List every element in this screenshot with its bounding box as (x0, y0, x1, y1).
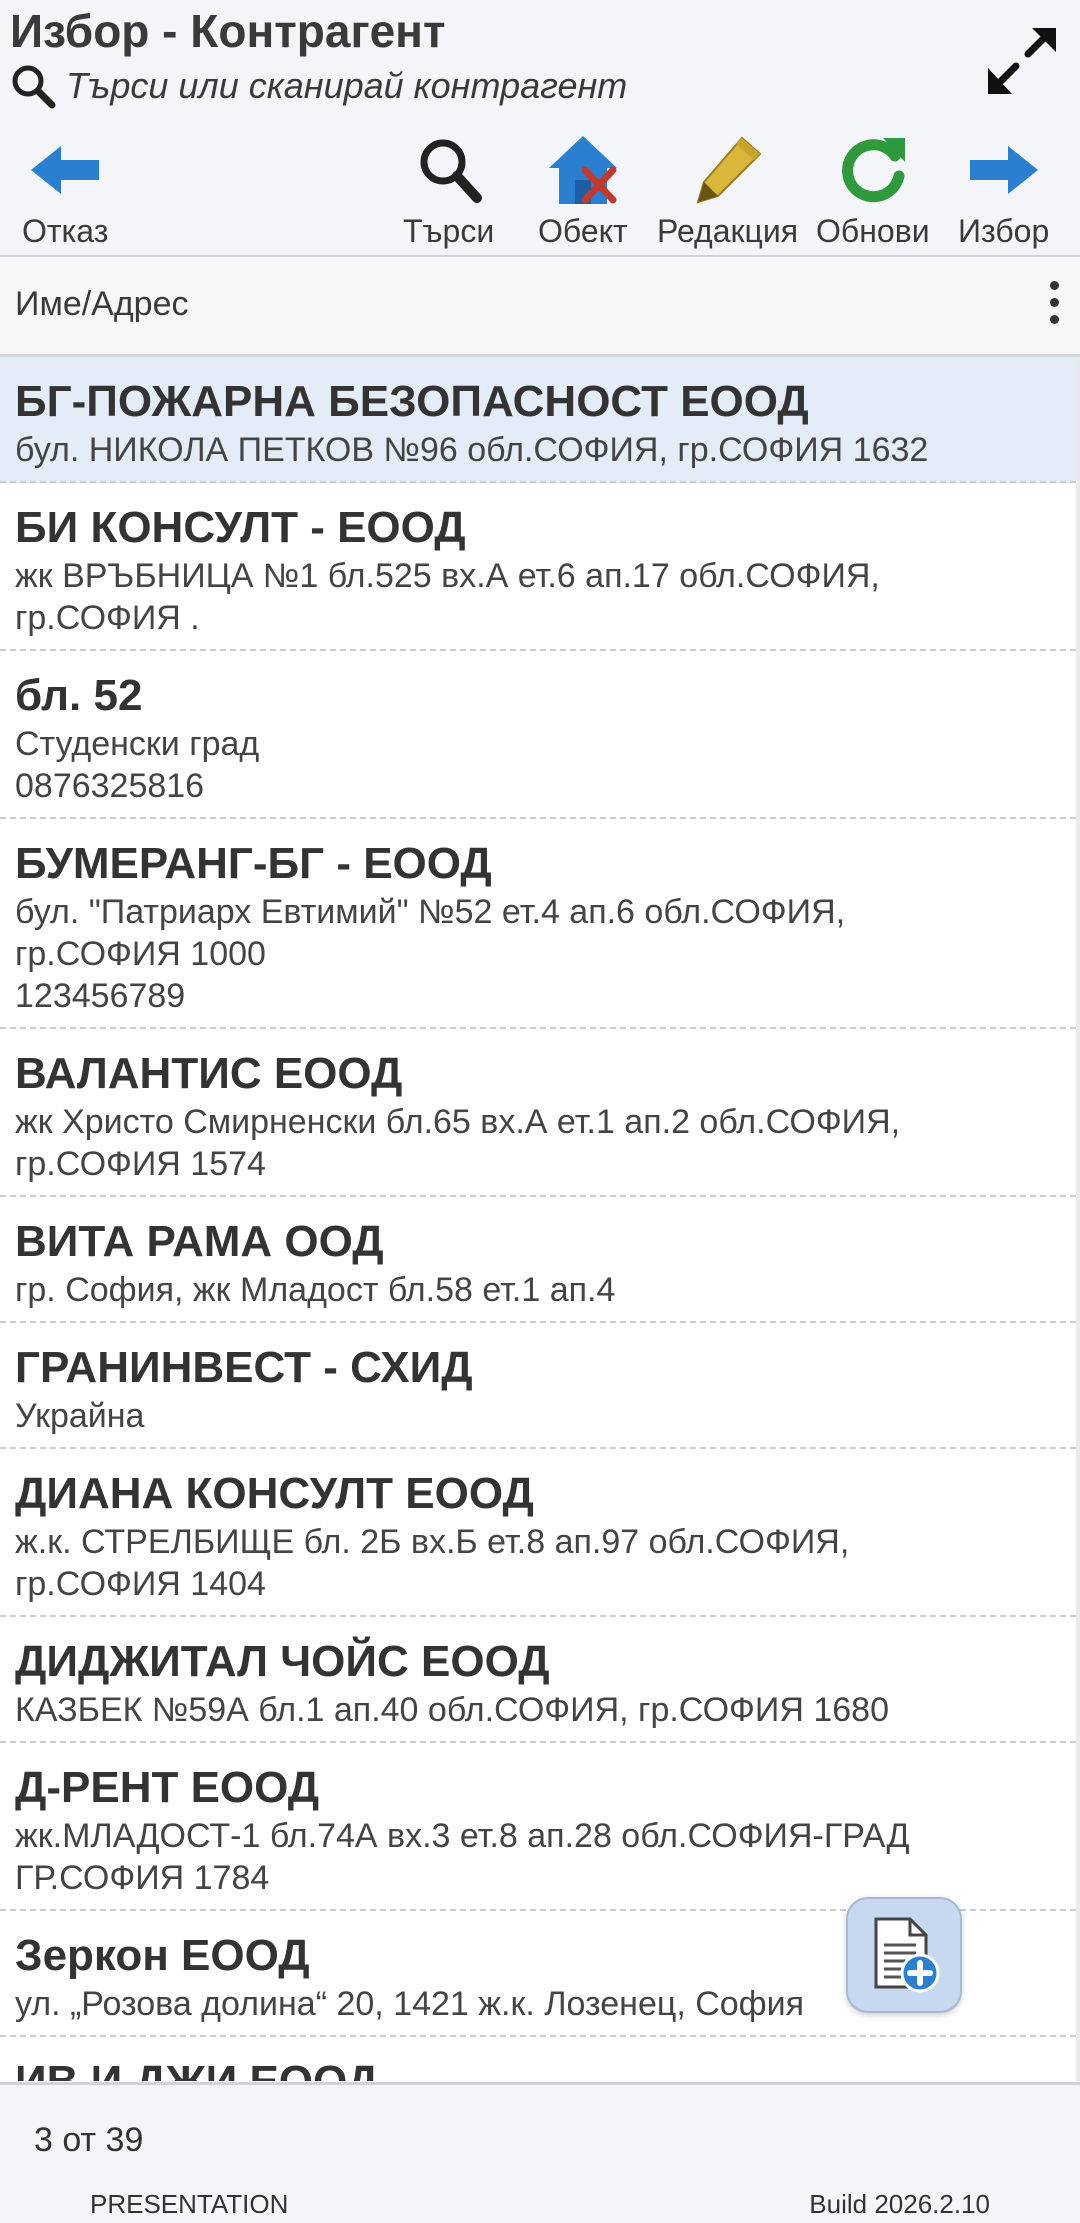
contractor-address-line: гр.СОФИЯ 1574 (15, 1145, 266, 1183)
contractor-name: ИВ И ДЖИ ЕООД (15, 2037, 1061, 2081)
contractor-name: ГРАНИНВЕСТ - СХИД (15, 1343, 473, 1392)
list-item[interactable]: ДИДЖИТАЛ ЧОЙС ЕООД КАЗБЕК №59А бл.1 ап.40… (0, 1617, 1076, 1743)
arrow-left-icon (31, 145, 100, 194)
search-icon (12, 65, 56, 109)
select-button[interactable]: Избор (958, 130, 1049, 250)
select-label: Избор (958, 213, 1050, 249)
contractor-address-line: гр. София, жк Младост бл.58 ет.1 ап.4 (15, 1271, 616, 1309)
contractor-name: БИ КОНСУЛТ - ЕООД (15, 503, 466, 552)
contractor-address-line: Студенски град (15, 725, 260, 763)
document-add-icon (874, 1917, 940, 1993)
contractor-address-line: бул. НИКОЛА ПЕТКОВ №96 обл.СОФИЯ, гр.СОФ… (15, 431, 929, 469)
contractor-address-line: Украйна (15, 1397, 145, 1435)
refresh-button[interactable]: Обнови (816, 130, 930, 250)
build-label: Build 2026.2.10 (809, 2189, 990, 2219)
contractor-name: БУМЕРАНГ-БГ - ЕООД (15, 839, 492, 888)
contractor-address-line: 0876325816 (15, 767, 205, 805)
contractor-address-line: бул. "Патриарх Евтимий" №52 ет.4 ап.6 об… (15, 893, 846, 931)
more-options-icon[interactable] (1044, 281, 1064, 335)
cancel-label: Отказ (22, 213, 109, 249)
contractor-name: ВАЛАНТИС ЕООД (15, 1049, 403, 1098)
list-item[interactable]: ВИТА РАМА ООД гр. София, жк Младост бл.58… (0, 1197, 1076, 1323)
record-counter: 3 от 39 (34, 2121, 144, 2159)
edit-label: Редакция (657, 213, 799, 249)
list-item[interactable]: БГ-ПОЖАРНА БЕЗОПАСНОСТ ЕООД бул. НИКОЛА П… (0, 357, 1076, 483)
search-icon (420, 139, 482, 203)
page-title: Избор - Контрагент (10, 5, 446, 57)
mode-label: PRESENTATION (90, 2189, 289, 2219)
add-contractor-button[interactable] (846, 1897, 962, 2013)
list-item[interactable]: БУМЕРАНГ-БГ - ЕООД бул. "Патриарх Евтимий… (0, 819, 1076, 1029)
list-item[interactable]: Д-РЕНТ ЕООД жк.МЛАДОСТ-1 бл.74А вх.3 ет.8… (0, 1743, 1076, 1911)
search-input[interactable]: Търси или сканирай контрагент (66, 65, 627, 107)
app-footer: 3 от 39 PRESENTATION Build 2026.2.10 (0, 2082, 1080, 2223)
list-item[interactable]: ДИАНА КОНСУЛТ ЕООД ж.к. СТРЕЛБИЩЕ бл. 2Б … (0, 1449, 1076, 1617)
edit-button[interactable]: Редакция (657, 130, 798, 250)
contractor-list[interactable]: БГ-ПОЖАРНА БЕЗОПАСНОСТ ЕООД бул. НИКОЛА П… (0, 357, 1080, 2081)
contractor-address-line: КАЗБЕК №59А бл.1 ап.40 обл.СОФИЯ, гр.СОФ… (15, 1691, 889, 1729)
list-item[interactable]: БИ КОНСУЛТ - ЕООД жк ВРЪБНИЦА №1 бл.525 в… (0, 483, 1076, 651)
contractor-address-line: жк Христо Смирненски бл.65 вх.А ет.1 ап.… (15, 1103, 901, 1141)
contractor-address-line: жк ВРЪБНИЦА №1 бл.525 вх.А ет.6 ап.17 об… (15, 557, 880, 595)
contractor-name: БГ-ПОЖАРНА БЕЗОПАСНОСТ ЕООД (15, 377, 809, 426)
expand-icon[interactable] (984, 22, 1060, 98)
arrow-right-icon (969, 145, 1038, 194)
contractor-address-line: гр.СОФИЯ . (15, 599, 200, 637)
refresh-label: Обнови (816, 213, 930, 249)
list-column-header: Име/Адрес (0, 257, 1080, 357)
contractor-name: Д-РЕНТ ЕООД (15, 1763, 320, 1812)
contractor-name: ВИТА РАМА ООД (15, 1217, 384, 1266)
home-remove-icon (548, 135, 617, 204)
contractor-address-line: 123456789 (15, 977, 186, 1015)
search-label: Търси (403, 213, 495, 249)
contractor-address-line: гр.СОФИЯ 1404 (15, 1565, 266, 1603)
list-item[interactable]: ВАЛАНТИС ЕООД жк Христо Смирненски бл.65 … (0, 1029, 1076, 1197)
list-item[interactable]: ИВ И ДЖИ ЕООД (0, 2037, 1076, 2081)
list-item[interactable]: ГРАНИНВЕСТ - СХИД Украйна (0, 1323, 1076, 1449)
contractor-address-line: гр.СОФИЯ 1000 (15, 935, 266, 973)
column-name-address[interactable]: Име/Адрес (15, 285, 189, 324)
contractor-address-line: ГР.СОФИЯ 1784 (15, 1859, 270, 1897)
object-label: Обект (538, 213, 628, 249)
pencil-icon (696, 136, 761, 203)
contractor-name: ДИАНА КОНСУЛТ ЕООД (15, 1469, 534, 1518)
search-bar[interactable]: Търси или сканирай контрагент (8, 60, 627, 112)
app-header: Избор - Контрагент Търси или сканирай ко… (0, 0, 1080, 257)
object-button[interactable]: Обект (538, 130, 628, 250)
contractor-name: ДИДЖИТАЛ ЧОЙС ЕООД (15, 1637, 550, 1686)
search-button[interactable]: Търси (403, 130, 494, 250)
toolbar: Отказ Търси Обект Редакция Обнови Избор (0, 130, 1080, 250)
cancel-button[interactable]: Отказ (22, 130, 108, 250)
list-item[interactable]: бл. 52 Студенски град 0876325816 (0, 651, 1076, 819)
contractor-address-line: жк.МЛАДОСТ-1 бл.74А вх.3 ет.8 ап.28 обл.… (15, 1817, 910, 1855)
contractor-name: бл. 52 (15, 671, 143, 720)
refresh-icon (841, 137, 905, 202)
contractor-address-line: ж.к. СТРЕЛБИЩЕ бл. 2Б вх.Б ет.8 ап.97 об… (15, 1523, 850, 1561)
